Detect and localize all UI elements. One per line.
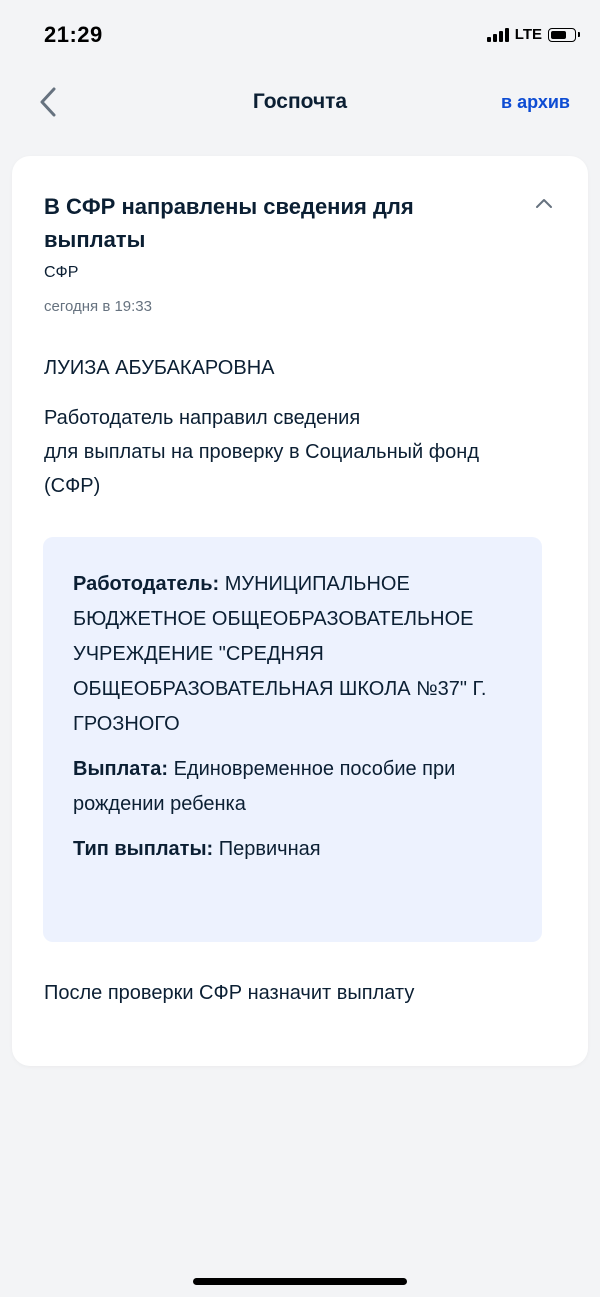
- home-indicator[interactable]: [193, 1278, 407, 1285]
- chevron-up-icon: [536, 199, 552, 208]
- collapse-button[interactable]: [532, 192, 556, 216]
- status-indicators: LTE: [486, 26, 580, 43]
- payment-details: Работодатель: МУНИЦИПАЛЬНОЕ БЮДЖЕТНОЕ ОБ…: [43, 537, 542, 942]
- recipient-name: ЛУИЗА АБУБАКАРОВНА: [44, 357, 275, 379]
- footer-note: После проверки СФР назначит выплату: [44, 982, 415, 1004]
- employer-value: МУНИЦИПАЛЬНОЕ БЮДЖЕТНОЕ ОБЩЕОБРАЗОВАТЕЛЬ…: [73, 573, 487, 735]
- network-type: LTE: [514, 26, 542, 43]
- status-bar: 21:29 LTE: [0, 0, 600, 72]
- status-time: 21:29: [44, 22, 103, 47]
- navigation-bar: Госпочта в архив: [0, 72, 600, 134]
- employer-row: Работодатель: МУНИЦИПАЛЬНОЕ БЮДЖЕТНОЕ ОБ…: [73, 567, 512, 742]
- battery-icon: [548, 27, 580, 42]
- message-date: сегодня в 19:33: [44, 298, 152, 315]
- payment-type-row: Тип выплаты: Первичная: [73, 832, 512, 867]
- payment-label: Выплата:: [73, 758, 174, 780]
- intro-line: для выплаты на проверку в Социальный фон…: [44, 441, 480, 497]
- employer-label: Работодатель:: [73, 573, 225, 595]
- payment-type-label: Тип выплаты:: [73, 838, 219, 860]
- intro-line: Работодатель направил сведения: [44, 407, 361, 429]
- message-title: В СФР направлены сведения для выплаты: [44, 194, 414, 252]
- archive-button[interactable]: в архив: [501, 92, 570, 113]
- message-header: В СФР направлены сведения для выплаты СФ…: [44, 190, 514, 315]
- message-intro: Работодатель направил сведения для выпла…: [44, 401, 514, 503]
- payment-type-value: Первичная: [218, 838, 321, 860]
- message-card: В СФР направлены сведения для выплаты СФ…: [12, 156, 588, 1066]
- signal-icon: [486, 27, 509, 42]
- payment-row: Выплата: Единовременное пособие при рожд…: [73, 752, 512, 822]
- message-sender: СФР: [44, 264, 79, 281]
